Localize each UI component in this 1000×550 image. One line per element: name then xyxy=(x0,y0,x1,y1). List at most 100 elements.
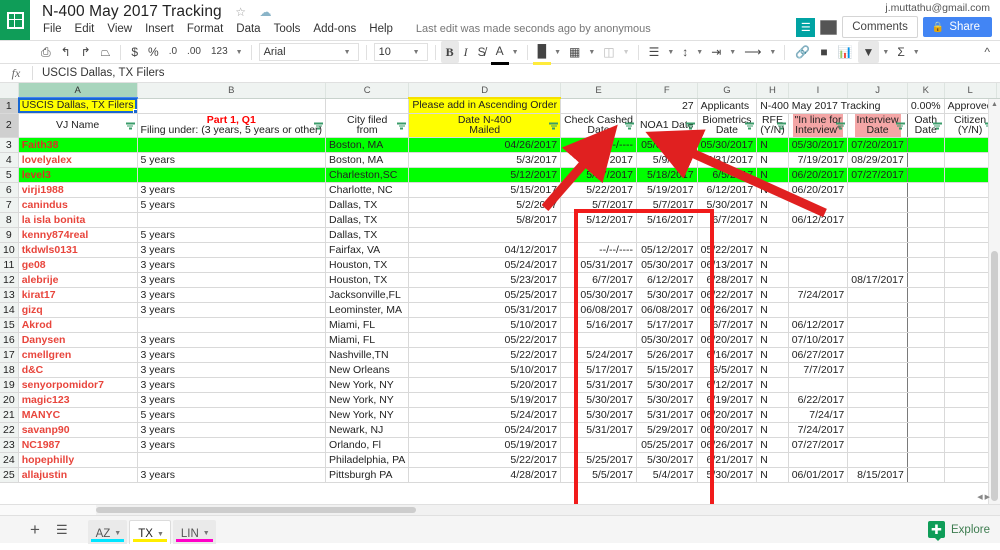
filter-button[interactable] xyxy=(932,122,942,130)
cell-date-mailed[interactable]: 5/20/2017 xyxy=(408,377,562,393)
cell-biometrics-date[interactable]: 6/7/2017 xyxy=(697,212,758,228)
cell-rfe[interactable]: N xyxy=(756,347,789,363)
cell-city-filed[interactable]: Fairfax, VA xyxy=(325,242,410,258)
cell-filing-under[interactable] xyxy=(137,137,327,153)
cell-biometrics-date[interactable]: 5/30/2017 xyxy=(697,197,758,213)
cell-in-line-for-interview[interactable]: 05/30/2017 xyxy=(787,137,849,153)
chevron-down-icon[interactable]: ▼ xyxy=(585,49,598,56)
sheet-table[interactable]: ABCDEFGHIJKLMN 1USCIS Dallas, TX FilersP… xyxy=(0,83,1000,483)
share-button[interactable]: 🔒 Share xyxy=(922,17,992,37)
cell-rfe[interactable]: N xyxy=(756,182,789,198)
cell-date-mailed[interactable]: 04/12/2017 xyxy=(408,242,562,258)
document-title[interactable]: N-400 May 2017 Tracking xyxy=(42,3,222,21)
table-row[interactable]: 19 senyorpomidor7 3 years New York, NY 5/20/… xyxy=(0,377,1000,393)
row-header-7[interactable]: 7 xyxy=(0,197,19,213)
cell-filing-under[interactable]: 3 years xyxy=(137,302,327,318)
table-row[interactable]: 13 kirat17 3 years Jacksonville,FL 05/25/201… xyxy=(0,287,1000,303)
cell-rfe[interactable]: N xyxy=(756,467,789,483)
cell-noa1-date[interactable] xyxy=(636,227,698,243)
cell-city-filed[interactable]: New York, NY xyxy=(325,377,410,393)
cell-in-line-for-interview[interactable] xyxy=(787,242,849,258)
column-header-d[interactable]: D xyxy=(408,83,562,99)
cell-g1[interactable]: Applicants xyxy=(697,98,758,114)
cell-interview-date[interactable] xyxy=(847,302,908,318)
cell-check-cashed[interactable]: 5/22/2017 xyxy=(560,182,637,198)
table-row[interactable]: 6 virji1988 3 years Charlotte, NC 5/15/2017 5… xyxy=(0,182,1000,198)
cell-rfe[interactable]: N xyxy=(756,407,789,423)
cell-oath-date[interactable] xyxy=(907,287,945,303)
row-header-4[interactable]: 4 xyxy=(0,152,19,168)
cell-rfe[interactable]: N xyxy=(756,257,789,273)
cell-rfe[interactable]: N xyxy=(756,152,789,168)
text-wrap-icon[interactable]: ⇥ xyxy=(706,41,726,63)
row-header-23[interactable]: 23 xyxy=(0,437,19,453)
column-header-c[interactable]: C xyxy=(325,83,410,99)
cell-rfe[interactable]: N xyxy=(756,332,789,348)
table-row[interactable]: 20 magic123 3 years New York, NY 5/19/2017 5/… xyxy=(0,392,1000,408)
sheet-tab-az[interactable]: AZ ▼ xyxy=(87,519,128,544)
cell-date-mailed[interactable]: 5/3/2017 xyxy=(408,152,562,168)
cell-check-cashed[interactable]: 05/31/2017 xyxy=(560,257,637,273)
cell-interview-date[interactable] xyxy=(847,422,908,438)
insert-link-icon[interactable]: 🔗 xyxy=(790,41,815,63)
chevron-down-icon[interactable]: ▼ xyxy=(664,49,677,56)
menu-data[interactable]: Data xyxy=(236,23,260,35)
sheets-logo-icon[interactable] xyxy=(0,0,30,40)
cell-biometrics-date[interactable]: 06/13/2017 xyxy=(697,257,758,273)
row-header-25[interactable]: 25 xyxy=(0,467,19,483)
cell-check-cashed[interactable] xyxy=(560,227,637,243)
cell-biometrics-date[interactable]: 05/22/2017 xyxy=(697,242,758,258)
cell-biometrics-date[interactable]: 06/26/2017 xyxy=(697,302,758,318)
cell-city-filed[interactable]: New York, NY xyxy=(325,392,410,408)
cell-rfe[interactable]: N xyxy=(756,287,789,303)
column-header-m[interactable]: M xyxy=(996,83,1000,99)
table-row[interactable]: 5 level3 Charleston,SC 5/12/2017 5/17/2017 5/… xyxy=(0,167,1000,183)
cell-biometrics-date[interactable]: 5/30/2017 xyxy=(697,467,758,483)
align-icon[interactable]: ☰ xyxy=(644,41,665,63)
cell-in-line-for-interview[interactable]: 6/22/2017 xyxy=(787,392,849,408)
cell-oath-date[interactable] xyxy=(907,212,945,228)
table-row[interactable]: 10 tkdwls0131 3 years Fairfax, VA 04/12/2017… xyxy=(0,242,1000,258)
cell-date-mailed[interactable]: 05/22/2017 xyxy=(408,332,562,348)
cell-vj-name[interactable]: magic123 xyxy=(18,392,138,408)
cell-interview-date[interactable] xyxy=(847,437,908,453)
row-header-19[interactable]: 19 xyxy=(0,377,19,393)
cell-filing-under[interactable]: 3 years xyxy=(137,287,327,303)
cell-in-line-for-interview[interactable] xyxy=(787,272,849,288)
cell-check-cashed[interactable]: 5/17/2017 xyxy=(560,362,637,378)
chevron-down-icon[interactable]: ▼ xyxy=(233,49,246,56)
row-header-13[interactable]: 13 xyxy=(0,287,19,303)
cell-rfe[interactable]: N xyxy=(756,137,789,153)
cell-vj-name[interactable]: cmellgren xyxy=(18,347,138,363)
cell-filing-under[interactable] xyxy=(137,167,327,183)
cell-vj-name[interactable]: canindus xyxy=(18,197,138,213)
cell-oath-date[interactable] xyxy=(907,302,945,318)
cell-oath-date[interactable] xyxy=(907,257,945,273)
header-cell-biometrics-date[interactable]: Biometrics Date xyxy=(697,113,758,138)
cell-city-filed[interactable]: Dallas, TX xyxy=(325,197,410,213)
select-all-corner[interactable] xyxy=(0,83,19,99)
explore-button[interactable]: ✚ Explore xyxy=(928,521,990,541)
column-header-e[interactable]: E xyxy=(560,83,637,99)
cell-interview-date[interactable] xyxy=(847,242,908,258)
cell-filing-under[interactable] xyxy=(137,452,327,468)
table-row[interactable]: 24 hopephilly Philadelphia, PA 5/22/2017 5/2… xyxy=(0,452,1000,468)
cell-check-cashed[interactable]: 5/16/2017 xyxy=(560,317,637,333)
cell-noa1-date[interactable]: 6/12/2017 xyxy=(636,272,698,288)
increase-decimal-button[interactable]: .00 xyxy=(182,41,206,63)
cell-in-line-for-interview[interactable] xyxy=(787,257,849,273)
cell-vj-name[interactable]: Faith38 xyxy=(18,137,138,153)
currency-format-button[interactable]: $ xyxy=(126,41,143,63)
cell-check-cashed[interactable] xyxy=(560,332,637,348)
cell-vj-name[interactable]: Akrod xyxy=(18,317,138,333)
cell-vj-name[interactable]: tkdwls0131 xyxy=(18,242,138,258)
cell-vj-name[interactable]: savanp90 xyxy=(18,422,138,438)
cell-date-mailed[interactable]: 05/24/2017 xyxy=(408,257,562,273)
cell-biometrics-date[interactable]: 06/20/2017 xyxy=(697,422,758,438)
borders-icon[interactable]: ▦ xyxy=(564,41,585,63)
cell-vj-name[interactable]: d&C xyxy=(18,362,138,378)
cell-vj-name[interactable]: alebrije xyxy=(18,272,138,288)
filter-button[interactable] xyxy=(624,122,634,130)
cell-e1[interactable] xyxy=(560,98,637,114)
cell-interview-date[interactable] xyxy=(847,227,908,243)
